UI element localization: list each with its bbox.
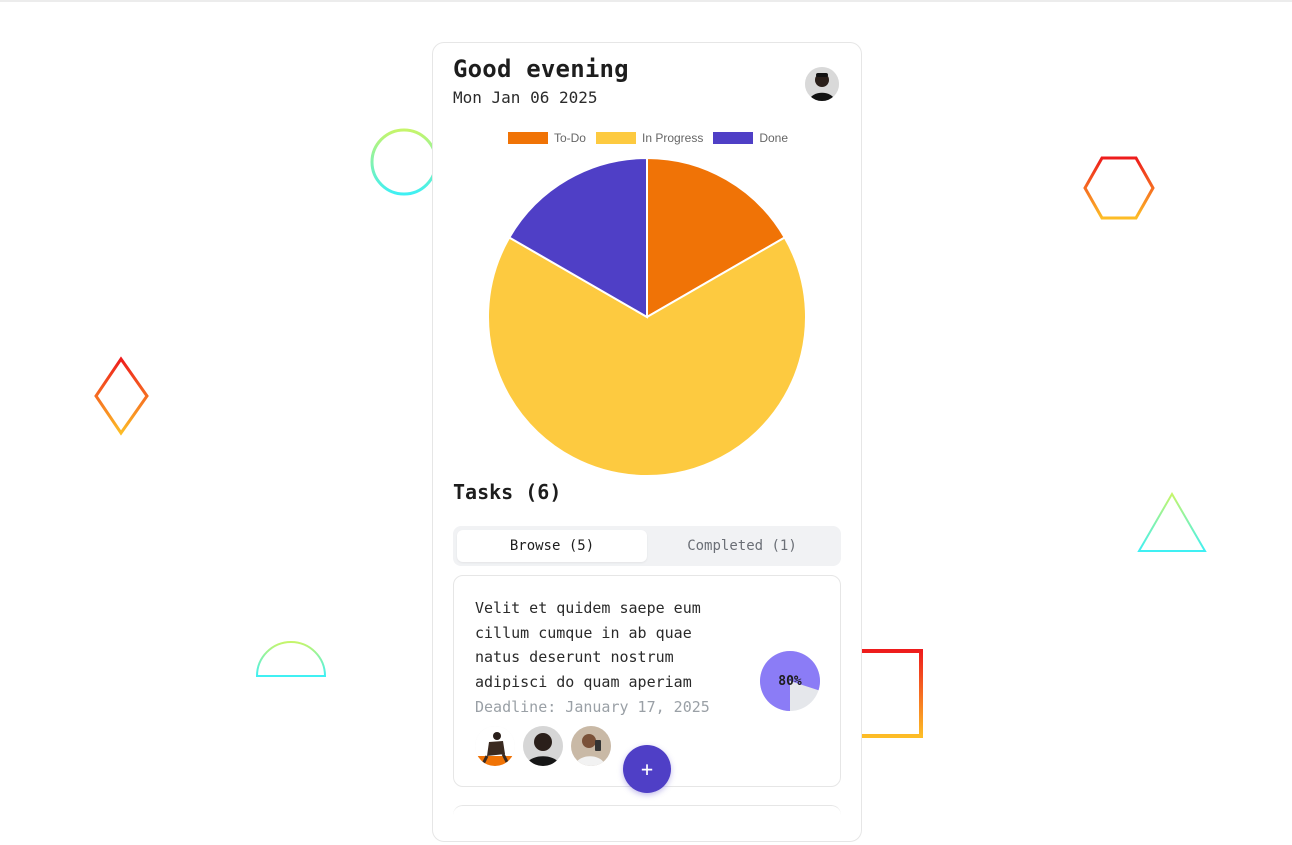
legend-label-todo: To-Do: [553, 131, 586, 145]
greeting-title: Good evening: [453, 55, 629, 83]
legend-swatch-todo: [507, 132, 548, 144]
legend-item-todo[interactable]: To-Do: [507, 131, 586, 145]
progress-label: 80%: [778, 674, 802, 689]
current-date: Mon Jan 06 2025: [453, 88, 598, 107]
legend-label-done: Done: [759, 131, 789, 145]
task-tabs: Browse (5) Completed (1): [453, 526, 841, 566]
plus-icon: +: [640, 757, 654, 781]
tab-browse[interactable]: Browse (5): [457, 530, 647, 562]
task-description: Velit et quidem saepe eum cillum cumque …: [475, 599, 701, 691]
assignee-avatar[interactable]: [475, 726, 515, 766]
next-task-card[interactable]: [453, 805, 841, 845]
decorative-semicircle: [255, 641, 327, 677]
legend-swatch-done: [713, 132, 754, 144]
task-deadline: Deadline: January 17, 2025: [475, 698, 710, 716]
task-progress-indicator: 80%: [760, 651, 820, 711]
tasks-heading: Tasks (6): [453, 480, 562, 504]
mobile-app-card: Good evening Mon Jan 06 2025 To-Do In Pr…: [432, 42, 862, 842]
add-task-button[interactable]: +: [623, 745, 671, 793]
assignee-avatar-icon: [571, 726, 611, 766]
user-avatar-icon: [805, 67, 839, 101]
chart-legend: To-Do In Progress Done: [433, 131, 863, 145]
legend-swatch-in-progress: [595, 132, 636, 144]
legend-item-in-progress[interactable]: In Progress: [595, 131, 704, 145]
decorative-circle: [370, 128, 438, 196]
decorative-diamond: [94, 356, 149, 436]
assignee-list: [475, 726, 611, 766]
top-divider: [0, 0, 1292, 2]
legend-item-done[interactable]: Done: [713, 131, 788, 145]
legend-label-in-progress: In Progress: [641, 131, 704, 145]
assignee-avatar-icon: [475, 726, 515, 766]
assignee-avatar[interactable]: [523, 726, 563, 766]
task-status-pie-chart: [487, 156, 807, 477]
decorative-triangle: [1137, 492, 1207, 552]
decorative-hexagon: [1083, 156, 1155, 220]
assignee-avatar[interactable]: [571, 726, 611, 766]
tab-completed[interactable]: Completed (1): [647, 530, 837, 562]
user-avatar[interactable]: [805, 67, 839, 101]
assignee-avatar-icon: [523, 726, 563, 766]
